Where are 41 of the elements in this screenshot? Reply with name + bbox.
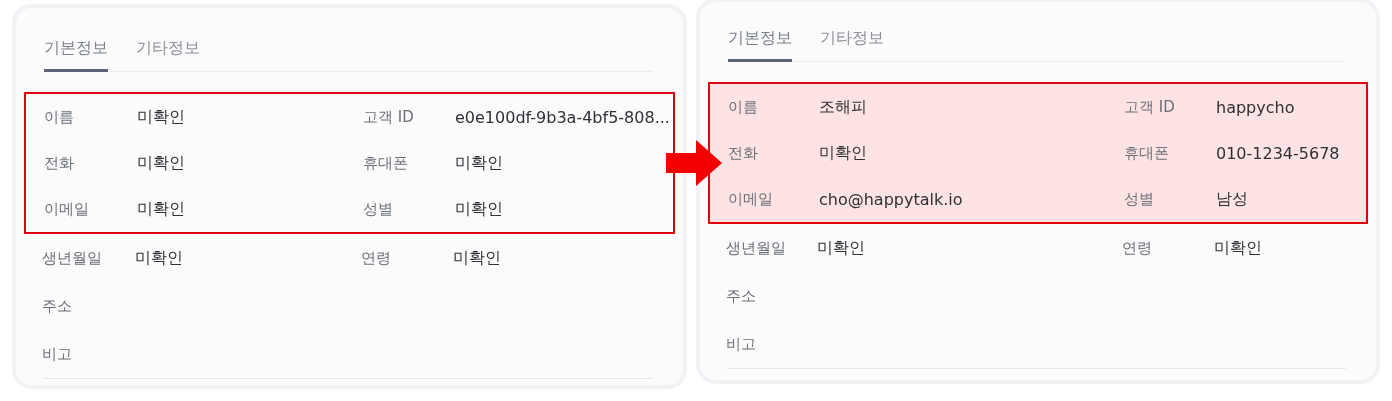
field-value: 미확인 — [137, 152, 186, 174]
tab[interactable]: 기본정보 — [728, 28, 792, 62]
field-label: 이름 — [44, 107, 75, 127]
field-value: 미확인 — [135, 247, 184, 269]
field-label: 고객 ID — [1124, 97, 1176, 117]
tab[interactable]: 기본정보 — [44, 38, 108, 72]
field-label: 고객 ID — [363, 107, 415, 127]
field-value: 남성 — [1216, 188, 1249, 210]
field-label: 이메일 — [44, 199, 90, 219]
field-value: 미확인 — [817, 237, 866, 259]
field-label: 이메일 — [728, 189, 774, 209]
field-label: 비고 — [42, 344, 73, 364]
tab[interactable]: 기타정보 — [820, 28, 884, 62]
field-value: e0e100df-9b3a-4bf5-808... — [455, 107, 671, 127]
field-label: 주소 — [42, 296, 73, 316]
field-label: 성별 — [1124, 189, 1155, 209]
tab[interactable]: 기타정보 — [136, 38, 200, 72]
field-value: 미확인 — [1214, 237, 1263, 259]
field-value: 미확인 — [455, 152, 504, 174]
field-label: 휴대폰 — [1124, 143, 1170, 163]
field-label: 주소 — [726, 286, 757, 306]
field-label: 비고 — [726, 334, 757, 354]
field-label: 생년월일 — [42, 248, 103, 268]
field-label: 이름 — [728, 97, 759, 117]
field-value: 미확인 — [137, 106, 186, 128]
field-value: 미확인 — [819, 142, 868, 164]
field-value: 010-1234-5678 — [1216, 143, 1341, 163]
field-label: 연령 — [1122, 238, 1153, 258]
field-value: cho@happytalk.io — [819, 189, 964, 209]
field-value: 미확인 — [137, 198, 186, 220]
field-label: 성별 — [363, 199, 394, 219]
field-value: 조해피 — [819, 96, 868, 118]
field-value: happycho — [1216, 97, 1296, 117]
field-label: 연령 — [361, 248, 392, 268]
field-value: 미확인 — [453, 247, 502, 269]
field-label: 전화 — [44, 153, 75, 173]
arrow-icon — [666, 140, 722, 186]
field-label: 휴대폰 — [363, 153, 409, 173]
field-label: 생년월일 — [726, 238, 787, 258]
field-value: 미확인 — [455, 198, 504, 220]
field-label: 전화 — [728, 143, 759, 163]
